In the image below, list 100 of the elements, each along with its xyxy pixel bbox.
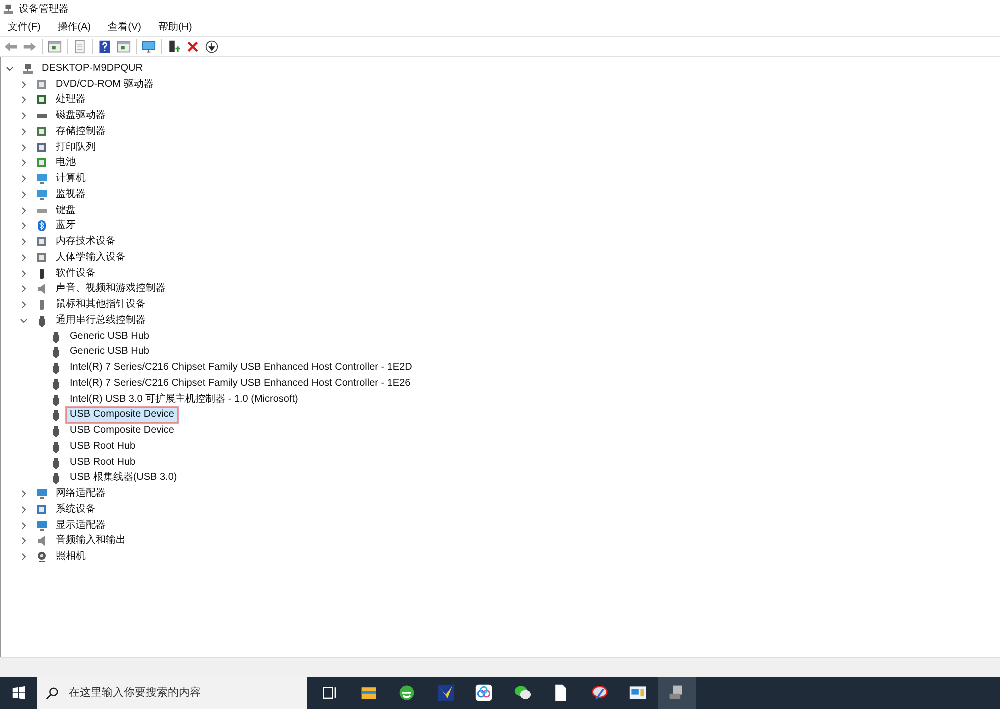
expand-chevron-icon[interactable] <box>20 506 28 514</box>
tree-item[interactable]: Intel(R) 7 Series/C216 Chipset Family USB Enhanced Host Controller - 1E2D <box>66 360 416 376</box>
tree-item[interactable]: 声音、视频和游戏控制器 <box>52 281 170 298</box>
monitor-icon <box>36 188 48 201</box>
monitor-icon[interactable] <box>142 40 156 54</box>
tree-item[interactable]: 人体学输入设备 <box>52 250 130 266</box>
help-icon[interactable] <box>98 40 112 54</box>
device-icon <box>36 126 48 138</box>
window-icon[interactable] <box>117 40 131 54</box>
expand-chevron-icon[interactable] <box>20 175 28 184</box>
tree-item[interactable]: 显示适配器 <box>52 518 110 534</box>
window-icon[interactable] <box>73 40 87 54</box>
tree-item[interactable]: Intel(R) 7 Series/C216 Chipset Family USB Enhanced Host Controller - 1E26 <box>66 376 415 392</box>
tree-item[interactable]: 磁盘驱动器 <box>52 108 110 124</box>
menu-item[interactable]: 操作(A) <box>58 20 92 34</box>
tree-item[interactable]: 电池 <box>52 155 80 172</box>
delete-icon[interactable] <box>186 40 200 54</box>
expand-chevron-icon[interactable] <box>20 301 28 310</box>
monitor-icon <box>36 173 48 186</box>
expand-chevron-icon[interactable] <box>20 270 28 278</box>
tree-item[interactable]: 音频输入和输出 <box>52 533 130 550</box>
expand-chevron-icon[interactable] <box>20 537 28 546</box>
webcam-icon <box>36 551 48 564</box>
collapse-chevron-icon[interactable] <box>20 316 28 325</box>
expand-chevron-icon[interactable] <box>20 490 28 498</box>
tree-item[interactable]: Generic USB Hub <box>66 344 154 360</box>
computer-icon <box>22 62 34 75</box>
device-icon <box>36 78 48 91</box>
tree-item[interactable]: DESKTOP-M9DPQUR <box>38 60 147 77</box>
tree-item[interactable]: Intel(R) USB 3.0 可扩展主机控制器 - 1.0 (Microsoft) <box>66 392 302 408</box>
chat-bubbles-icon[interactable] <box>514 684 532 702</box>
bluetooth-icon <box>36 220 48 232</box>
tree-item[interactable]: 处理器 <box>52 92 90 108</box>
tree-item[interactable]: 照相机 <box>52 549 90 566</box>
search-box[interactable]: 在这里输入你要搜索的内容 <box>37 677 307 709</box>
collapse-chevron-icon[interactable] <box>6 64 14 73</box>
tree-item[interactable]: Generic USB Hub <box>66 328 154 345</box>
expand-chevron-icon[interactable] <box>20 222 28 230</box>
tree-item[interactable]: 蓝牙 <box>52 218 80 234</box>
window-title: 设备管理器 <box>19 3 69 16</box>
expand-chevron-icon[interactable] <box>20 112 28 120</box>
expand-chevron-icon[interactable] <box>20 190 28 199</box>
tree-item[interactable]: USB Composite Device <box>66 423 178 440</box>
expand-chevron-icon[interactable] <box>20 96 28 104</box>
expand-chevron-icon[interactable] <box>20 206 28 215</box>
tree-item[interactable]: 存储控制器 <box>52 124 110 140</box>
usb-plug-icon <box>50 346 62 358</box>
tree-item[interactable]: 键盘 <box>52 202 80 219</box>
tree-item[interactable]: 计算机 <box>52 171 90 188</box>
tree-item[interactable]: USB Root Hub <box>66 454 140 471</box>
expand-chevron-icon[interactable] <box>20 128 28 136</box>
speaker-icon <box>36 283 48 296</box>
menu-item[interactable]: 查看(V) <box>108 20 142 34</box>
window-chart-icon[interactable] <box>629 684 648 702</box>
expand-chevron-icon[interactable] <box>20 238 28 246</box>
usb-plug-icon <box>50 362 62 374</box>
usb-plug-icon <box>50 456 62 469</box>
expand-chevron-icon[interactable] <box>20 553 28 562</box>
window-icon[interactable] <box>48 40 62 54</box>
menu-item[interactable]: 帮助(H) <box>158 20 192 34</box>
monitor-icon <box>36 520 48 532</box>
device-icon <box>36 157 48 170</box>
expand-chevron-icon[interactable] <box>20 80 28 89</box>
device-icon <box>36 94 48 106</box>
tree-item[interactable]: 监视器 <box>52 186 90 203</box>
usb-plug-icon <box>50 330 62 343</box>
device-icon <box>36 236 48 248</box>
usb-plug-icon <box>50 394 62 406</box>
device-icon <box>36 504 48 516</box>
tree-item[interactable]: 打印队列 <box>52 140 100 156</box>
usb-plug-icon <box>36 314 48 327</box>
usb-plug-icon <box>50 425 62 438</box>
tree-item[interactable]: USB Root Hub <box>66 438 140 455</box>
rings-app-icon[interactable] <box>475 684 494 702</box>
tree-item[interactable]: 鼠标和其他指针设备 <box>52 297 150 314</box>
device-icon <box>36 252 48 264</box>
tree-item[interactable]: 系统设备 <box>52 502 100 518</box>
tree-item[interactable]: 内存技术设备 <box>52 234 120 250</box>
expand-chevron-icon[interactable] <box>20 159 28 168</box>
usb-plug-icon <box>50 472 62 484</box>
tree-item[interactable]: DVD/CD-ROM 驱动器 <box>52 76 158 93</box>
windows-start-icon[interactable] <box>12 686 26 700</box>
menu-item[interactable]: 文件(F) <box>8 20 41 34</box>
usb-plug-icon <box>50 378 62 390</box>
device-add-icon[interactable] <box>167 40 181 54</box>
device-manager-icon <box>3 4 14 14</box>
tree-item[interactable]: USB Composite Device <box>66 407 178 424</box>
tree-item[interactable]: 软件设备 <box>52 266 100 282</box>
search-field[interactable]: 在这里输入你要搜索的内容 <box>67 686 291 700</box>
tree-item[interactable]: 网络适配器 <box>52 486 110 502</box>
expand-chevron-icon[interactable] <box>20 144 28 152</box>
tree-item[interactable]: USB 根集线器(USB 3.0) <box>66 470 182 486</box>
usb-plug-icon <box>50 440 62 453</box>
device-icon <box>36 142 48 154</box>
expand-chevron-icon[interactable] <box>20 522 28 530</box>
search-icon <box>46 686 59 700</box>
expand-chevron-icon[interactable] <box>20 254 28 262</box>
expand-chevron-icon[interactable] <box>20 285 28 294</box>
usb-plug-icon <box>50 409 62 422</box>
tree-item[interactable]: 通用串行总线控制器 <box>52 312 150 329</box>
